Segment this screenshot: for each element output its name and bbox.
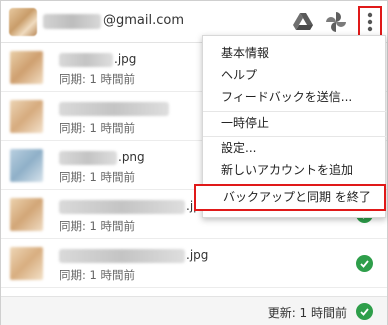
- file-extension: .jpg: [186, 248, 209, 262]
- backup-and-sync-window: @gmail.com .jpg 同期: 1 時間前 同期: 1 時間前 .png…: [0, 0, 388, 325]
- file-sync-time: 同期: 1 時間前: [59, 121, 136, 135]
- more-options-button[interactable]: [358, 6, 382, 38]
- file-extension: .jpg: [114, 52, 137, 66]
- file-sync-time: 同期: 1 時間前: [59, 219, 136, 233]
- file-thumbnail: [10, 149, 43, 182]
- status-check-icon: [356, 303, 373, 320]
- file-thumbnail: [10, 247, 43, 280]
- menu-item-about[interactable]: 基本情報: [203, 42, 387, 64]
- menu-item-help[interactable]: ヘルプ: [203, 64, 387, 86]
- menu-item-pause[interactable]: 一時停止: [203, 112, 387, 134]
- more-options-menu: 基本情報 ヘルプ フィードバックを送信... 一時停止 設定... 新しいアカウ…: [194, 35, 387, 218]
- last-updated-text: 更新: 1 時間前: [267, 306, 347, 320]
- google-drive-icon[interactable]: [292, 11, 314, 33]
- status-footer: 更新: 1 時間前: [1, 296, 387, 325]
- file-name-redacted: [59, 151, 117, 165]
- email-redacted: [43, 14, 101, 29]
- menu-item-settings[interactable]: 設定...: [203, 137, 387, 159]
- account-avatar: [9, 8, 37, 36]
- file-thumbnail: [10, 198, 43, 231]
- menu-item-add-account[interactable]: 新しいアカウントを追加: [203, 159, 387, 181]
- file-name-redacted: [59, 200, 185, 214]
- more-vert-icon: [367, 12, 373, 32]
- file-sync-time: 同期: 1 時間前: [59, 170, 136, 184]
- menu-item-send-feedback[interactable]: フィードバックを送信...: [203, 86, 387, 108]
- file-name-redacted: [59, 53, 113, 67]
- file-name-redacted: [59, 249, 185, 263]
- file-row[interactable]: .jpg 同期: 1 時間前: [1, 239, 387, 288]
- google-photos-icon[interactable]: [325, 11, 347, 33]
- menu-item-quit-backup-and-sync[interactable]: バックアップと同期 を終了: [194, 184, 386, 211]
- synced-check-icon: [356, 255, 373, 272]
- file-sync-time: 同期: 1 時間前: [59, 72, 136, 86]
- file-thumbnail: [10, 100, 43, 133]
- file-thumbnail: [10, 51, 43, 84]
- file-name-redacted: [59, 102, 169, 116]
- file-sync-time: 同期: 1 時間前: [59, 268, 136, 282]
- file-extension: .png: [118, 150, 145, 164]
- account-email: @gmail.com: [103, 13, 185, 28]
